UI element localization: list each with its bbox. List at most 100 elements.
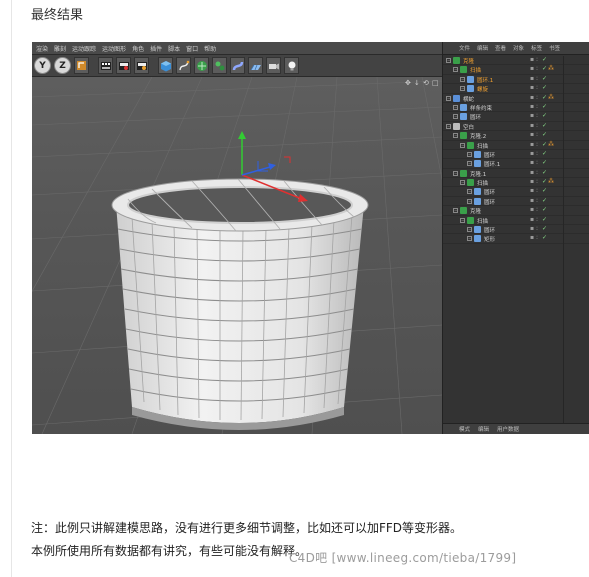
visibility-dots-icon[interactable]: :: [536, 160, 541, 166]
object-tree-row[interactable]: − 克隆 ▪: ✓: [443, 56, 589, 66]
viewport-move-icon[interactable]: ✥: [405, 80, 411, 87]
object-visibility-flags[interactable]: ▪: ✓: [530, 216, 548, 223]
visibility-dots-icon[interactable]: :: [536, 103, 541, 110]
layer-icon[interactable]: ▪: [530, 207, 535, 213]
object-tree-row[interactable]: − 圆环 ▪: ✓: [443, 225, 589, 235]
object-visibility-flags[interactable]: ▪: ✓: [530, 57, 548, 63]
attributes-tab-user-data[interactable]: 用户数据: [497, 425, 519, 433]
viewport-maximize-icon[interactable]: □: [432, 80, 439, 87]
object-tree-row[interactable]: − 扫描 ▪: ✓ ⁂: [443, 178, 589, 188]
expand-toggle-icon[interactable]: −: [467, 161, 472, 167]
enabled-check-icon[interactable]: ✓: [542, 94, 547, 101]
object-visibility-flags[interactable]: ▪: ✓: [530, 103, 548, 110]
enabled-check-icon[interactable]: ✓: [542, 160, 547, 166]
visibility-dots-icon[interactable]: :: [536, 169, 541, 176]
enabled-check-icon[interactable]: ✓: [542, 150, 547, 157]
axis-y-button[interactable]: Y: [34, 57, 51, 74]
enabled-check-icon[interactable]: ✓: [542, 169, 547, 176]
object-tree-row[interactable]: − 圆环.1 ▪: ✓: [443, 159, 589, 169]
visibility-dots-icon[interactable]: :: [536, 226, 541, 232]
layer-icon[interactable]: ▪: [530, 132, 535, 138]
enabled-check-icon[interactable]: ✓: [542, 216, 547, 223]
expand-toggle-icon[interactable]: −: [467, 227, 472, 233]
visibility-dots-icon[interactable]: :: [536, 122, 541, 129]
cube-icon[interactable]: [158, 57, 173, 74]
expand-toggle-icon[interactable]: −: [453, 170, 458, 176]
object-visibility-flags[interactable]: ▪: ✓ ⁂: [530, 141, 554, 148]
layer-icon[interactable]: ▪: [530, 216, 535, 223]
menu-item-motion-tracking[interactable]: 运动跟踪: [72, 44, 96, 53]
object-visibility-flags[interactable]: ▪: ✓: [530, 235, 548, 241]
layer-icon[interactable]: ▪: [530, 122, 535, 129]
tag-icon[interactable]: ⁂: [548, 94, 554, 101]
object-tree-row[interactable]: − 矩形 ▪: ✓: [443, 234, 589, 244]
objects-menu-tags[interactable]: 标签: [531, 44, 542, 52]
light-bulb-icon[interactable]: [284, 57, 299, 74]
enabled-check-icon[interactable]: ✓: [542, 103, 547, 110]
visibility-dots-icon[interactable]: :: [536, 85, 541, 91]
enabled-check-icon[interactable]: ✓: [542, 141, 547, 148]
layer-icon[interactable]: ▪: [530, 94, 535, 101]
expand-toggle-icon[interactable]: −: [453, 133, 458, 139]
render-settings-icon[interactable]: [134, 57, 149, 74]
object-tree-row[interactable]: − 克隆.1 ▪: ✓: [443, 169, 589, 179]
camera-icon[interactable]: [266, 57, 281, 74]
attributes-tab-edit[interactable]: 编辑: [478, 425, 489, 433]
tag-icon[interactable]: ⁂: [548, 141, 554, 148]
layer-icon[interactable]: ▪: [530, 150, 535, 157]
expand-toggle-icon[interactable]: −: [446, 95, 451, 101]
objects-menu-objects[interactable]: 对象: [513, 44, 524, 52]
layer-icon[interactable]: ▪: [530, 57, 535, 63]
expand-toggle-icon[interactable]: −: [446, 123, 451, 129]
enabled-check-icon[interactable]: ✓: [542, 179, 547, 185]
object-tree-row[interactable]: − 横蛇 ▪: ✓ ⁂: [443, 94, 589, 103]
expand-toggle-icon[interactable]: −: [453, 104, 458, 110]
expand-toggle-icon[interactable]: −: [460, 76, 465, 82]
object-visibility-flags[interactable]: ▪: ✓: [530, 207, 548, 213]
enabled-check-icon[interactable]: ✓: [542, 226, 547, 232]
expand-toggle-icon[interactable]: −: [453, 208, 458, 214]
expand-toggle-icon[interactable]: −: [467, 189, 472, 195]
objects-menu-view[interactable]: 查看: [495, 44, 506, 52]
object-visibility-flags[interactable]: ▪: ✓: [530, 113, 548, 119]
object-visibility-flags[interactable]: ▪: ✓ ⁂: [530, 94, 554, 101]
expand-toggle-icon[interactable]: −: [453, 67, 458, 73]
enabled-check-icon[interactable]: ✓: [542, 188, 547, 194]
object-tree-row[interactable]: − 克隆.2 ▪: ✓: [443, 131, 589, 141]
3d-viewport[interactable]: ✥ ↓ ⟲ □: [32, 77, 442, 434]
visibility-dots-icon[interactable]: :: [536, 66, 541, 72]
expand-toggle-icon[interactable]: −: [460, 142, 465, 148]
enabled-check-icon[interactable]: ✓: [542, 122, 547, 129]
enabled-check-icon[interactable]: ✓: [542, 113, 547, 119]
expand-toggle-icon[interactable]: −: [467, 151, 472, 157]
object-tree-row[interactable]: − 圆环 ▪: ✓: [443, 150, 589, 160]
object-tree-row[interactable]: − 圆环 ▪: ✓: [443, 187, 589, 197]
enabled-check-icon[interactable]: ✓: [542, 57, 547, 63]
layer-icon[interactable]: ▪: [530, 103, 535, 110]
object-tree-row[interactable]: − 螺旋 ▪: ✓: [443, 84, 589, 94]
environment-floor-icon[interactable]: [248, 57, 263, 74]
menu-item-plugins[interactable]: 插件: [150, 44, 162, 53]
object-tree-row[interactable]: − 空白 ▪: ✓: [443, 122, 589, 132]
object-tree-row[interactable]: − 扫描 ▪: ✓: [443, 216, 589, 226]
mograph-cloner-icon[interactable]: [212, 57, 227, 74]
layer-icon[interactable]: ▪: [530, 169, 535, 176]
object-visibility-flags[interactable]: ▪: ✓: [530, 197, 548, 204]
object-visibility-flags[interactable]: ▪: ✓ ⁂: [530, 179, 554, 185]
visibility-dots-icon[interactable]: :: [536, 235, 541, 241]
object-visibility-flags[interactable]: ▪: ✓: [530, 132, 548, 138]
object-visibility-flags[interactable]: ▪: ✓: [530, 160, 548, 166]
viewport-rotate-icon[interactable]: ⟲: [423, 80, 429, 87]
enabled-check-icon[interactable]: ✓: [542, 207, 547, 213]
objects-menu-edit[interactable]: 编辑: [477, 44, 488, 52]
layer-icon[interactable]: ▪: [530, 85, 535, 91]
object-visibility-flags[interactable]: ▪: ✓: [530, 226, 548, 232]
layer-icon[interactable]: ▪: [530, 75, 535, 82]
expand-toggle-icon[interactable]: −: [453, 114, 458, 120]
visibility-dots-icon[interactable]: :: [536, 141, 541, 148]
objects-menu-file[interactable]: 文件: [459, 44, 470, 52]
object-tree-row[interactable]: − 克隆 ▪: ✓: [443, 206, 589, 216]
object-tree-row[interactable]: − 圆环 ▪: ✓: [443, 197, 589, 207]
expand-toggle-icon[interactable]: −: [460, 180, 465, 186]
expand-toggle-icon[interactable]: −: [467, 198, 472, 204]
